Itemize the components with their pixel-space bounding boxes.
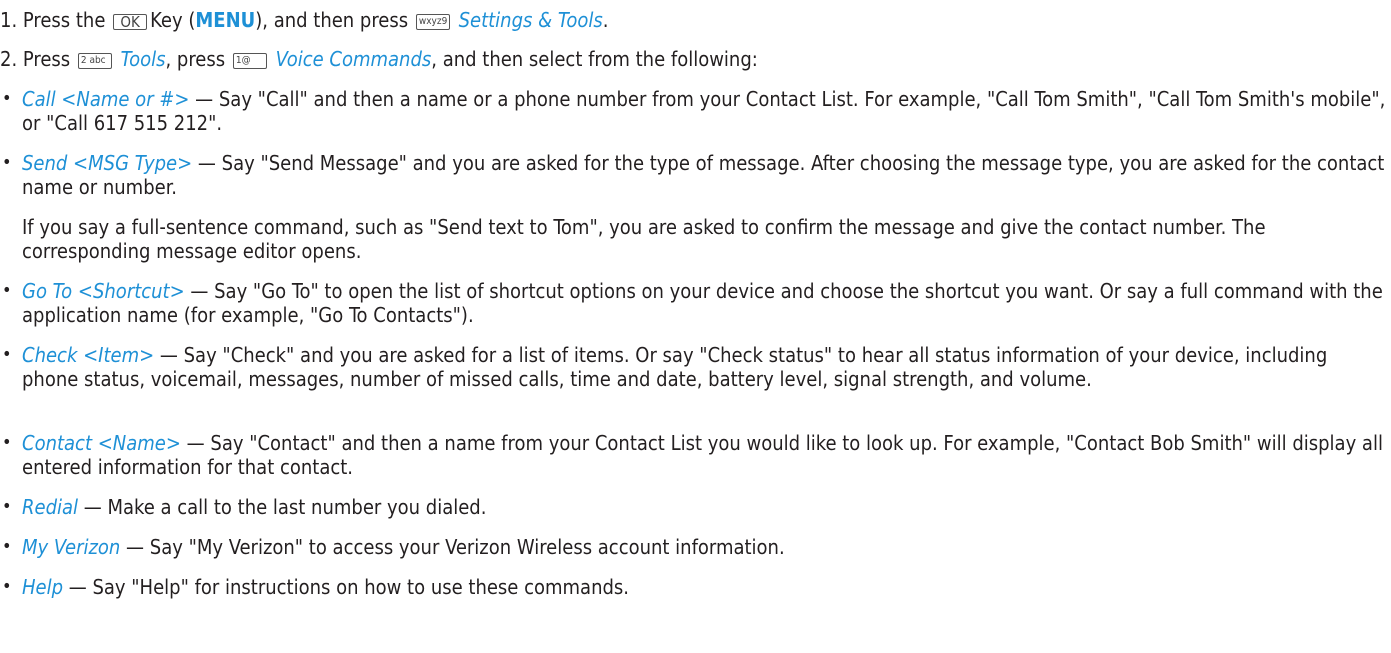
list-item-text: Redial — Make a call to the last number … bbox=[22, 495, 1387, 519]
bullet-icon: • bbox=[2, 536, 12, 557]
help-command-link[interactable]: Help bbox=[22, 575, 63, 599]
bullet-icon: • bbox=[2, 432, 12, 453]
list-item-text: Send <MSG Type> — Say "Send Message" and… bbox=[22, 151, 1387, 199]
step-1-end: . bbox=[602, 8, 609, 32]
key-2-icon: 2 abc bbox=[77, 53, 112, 69]
step-2: 2. Press 2 abc Tools, press 1@ Voice Com… bbox=[0, 47, 758, 71]
menu-label: MENU bbox=[195, 8, 256, 32]
bullet-icon: • bbox=[2, 576, 12, 597]
bullet-icon: • bbox=[2, 88, 12, 109]
item-desc: — Say "My Verizon" to access your Verizo… bbox=[120, 535, 785, 559]
item-desc: — Say "Contact" and then a name from you… bbox=[22, 431, 1383, 479]
bullet-icon: • bbox=[2, 496, 12, 517]
send-note-text: If you say a full-sentence command, such… bbox=[22, 215, 1266, 263]
contact-command-link[interactable]: Contact <Name> bbox=[22, 431, 181, 455]
tools-link[interactable]: Tools bbox=[121, 47, 166, 71]
list-item-text: Help — Say "Help" for instructions on ho… bbox=[22, 575, 1387, 599]
item-desc: — Say "Check" and you are asked for a li… bbox=[22, 343, 1328, 391]
bullet-icon: • bbox=[2, 280, 12, 301]
item-desc: — Say "Help" for instructions on how to … bbox=[63, 575, 629, 599]
list-item-text: My Verizon — Say "My Verizon" to access … bbox=[22, 535, 1387, 559]
key-9-icon: wxyz9 bbox=[415, 14, 450, 30]
go-to-command-link[interactable]: Go To <Shortcut> bbox=[22, 279, 185, 303]
item-desc: — Say "Go To" to open the list of shortc… bbox=[22, 279, 1383, 327]
redial-command-link[interactable]: Redial bbox=[22, 495, 78, 519]
item-desc: — Make a call to the last number you dia… bbox=[78, 495, 487, 519]
step-2-text-2: , press bbox=[165, 47, 226, 71]
voice-commands-link[interactable]: Voice Commands bbox=[276, 47, 432, 71]
my-verizon-command-link[interactable]: My Verizon bbox=[22, 535, 120, 559]
step-1-text-3: ), and then press bbox=[255, 8, 409, 32]
bullet-icon: • bbox=[2, 344, 12, 365]
key-1-icon: 1@ bbox=[232, 53, 267, 69]
send-command-link[interactable]: Send <MSG Type> bbox=[22, 151, 192, 175]
item-desc: — Say "Send Message" and you are asked f… bbox=[22, 151, 1385, 199]
step-2-text: 2. Press bbox=[0, 47, 71, 71]
step-2-end: , and then select from the following: bbox=[431, 47, 758, 71]
ok-key-icon: OK bbox=[113, 14, 148, 30]
call-command-link[interactable]: Call <Name or #> bbox=[22, 87, 189, 111]
list-item-text: Contact <Name> — Say "Contact" and then … bbox=[22, 431, 1387, 479]
list-item-text: Check <Item> — Say "Check" and you are a… bbox=[22, 343, 1387, 391]
step-1-text-2: Key ( bbox=[150, 8, 196, 32]
list-item-text: Call <Name or #> — Say "Call" and then a… bbox=[22, 87, 1387, 135]
item-desc: — Say "Call" and then a name or a phone … bbox=[22, 87, 1386, 135]
settings-tools-link[interactable]: Settings & Tools bbox=[459, 8, 603, 32]
check-command-link[interactable]: Check <Item> bbox=[22, 343, 154, 367]
document-page: 1. Press the OK Key (MENU), and then pres… bbox=[0, 0, 1391, 653]
bullet-icon: • bbox=[2, 152, 12, 173]
list-item-text: Go To <Shortcut> — Say "Go To" to open t… bbox=[22, 279, 1387, 327]
step-1: 1. Press the OK Key (MENU), and then pres… bbox=[0, 8, 608, 32]
step-1-text: 1. Press the bbox=[0, 8, 106, 32]
